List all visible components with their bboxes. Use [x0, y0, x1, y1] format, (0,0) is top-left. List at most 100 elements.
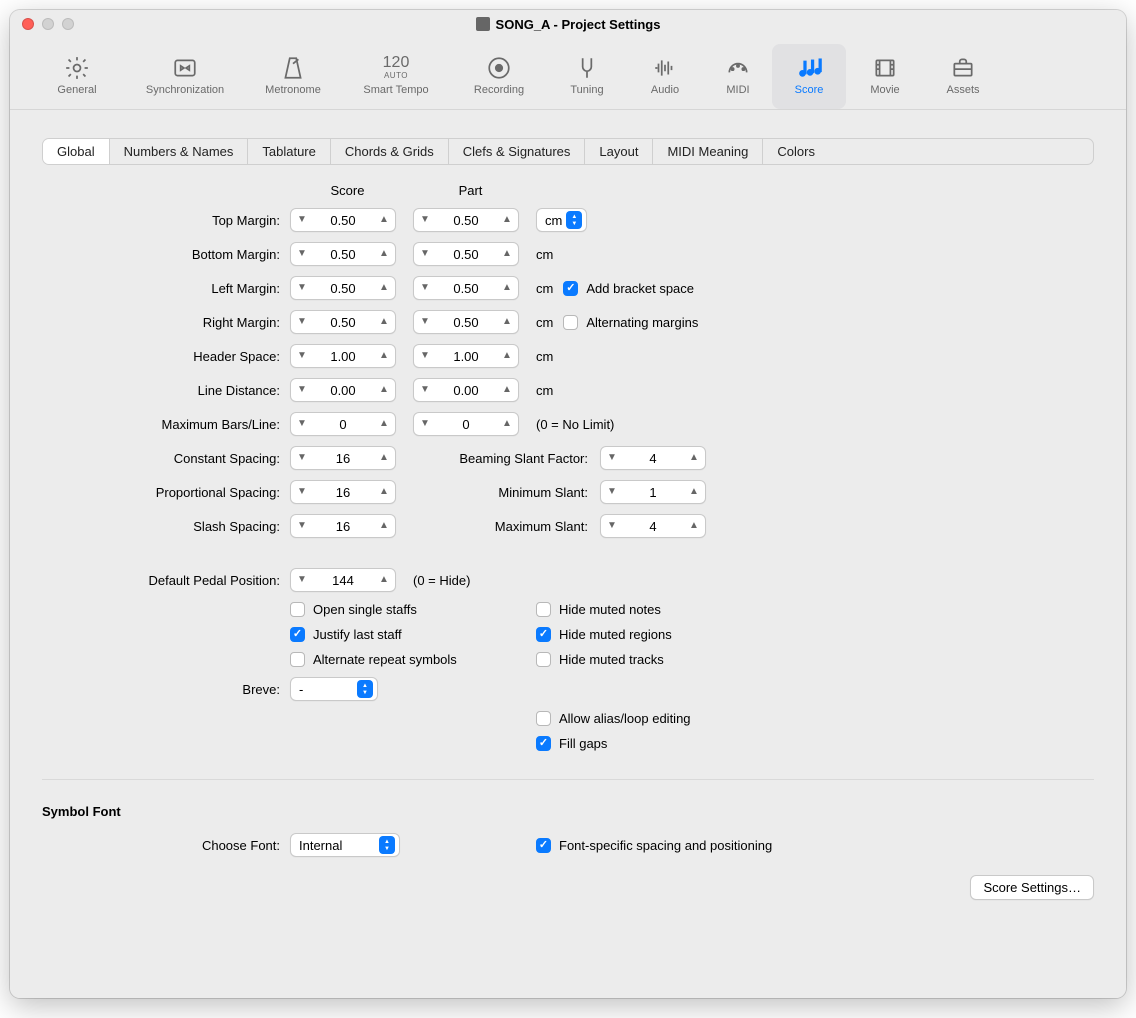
- stepper-up-icon[interactable]: [373, 317, 395, 327]
- breve-select[interactable]: -: [290, 677, 378, 701]
- choose-font-select[interactable]: Internal: [290, 833, 400, 857]
- bottom-margin-part-stepper[interactable]: 0.50: [413, 242, 519, 266]
- stepper-up-icon[interactable]: [496, 385, 518, 395]
- stepper-down-icon[interactable]: [291, 453, 313, 463]
- toolbar-score[interactable]: Score: [772, 44, 846, 109]
- stepper-down-icon[interactable]: [414, 317, 436, 327]
- stepper-down-icon[interactable]: [414, 215, 436, 225]
- fill-gaps-checkbox[interactable]: [536, 736, 551, 751]
- line-distance-part-stepper[interactable]: 0.00: [413, 378, 519, 402]
- left-margin-part-stepper[interactable]: 0.50: [413, 276, 519, 300]
- bottom-margin-score-stepper[interactable]: 0.50: [290, 242, 396, 266]
- beaming-slant-stepper[interactable]: 4: [600, 446, 706, 470]
- toolbar-tuning[interactable]: Tuning: [548, 44, 626, 109]
- tab-colors[interactable]: Colors: [763, 139, 829, 164]
- tab-midi-meaning[interactable]: MIDI Meaning: [653, 139, 763, 164]
- stepper-up-icon[interactable]: [373, 419, 395, 429]
- top-margin-part-stepper[interactable]: 0.50: [413, 208, 519, 232]
- max-bars-note: (0 = No Limit): [536, 417, 1094, 432]
- toolbar-smart-tempo[interactable]: 120 AUTO Smart Tempo: [342, 44, 450, 109]
- stepper-down-icon[interactable]: [414, 385, 436, 395]
- stepper-up-icon[interactable]: [496, 317, 518, 327]
- stepper-up-icon[interactable]: [373, 575, 395, 585]
- tab-tablature[interactable]: Tablature: [248, 139, 330, 164]
- stepper-down-icon[interactable]: [601, 521, 623, 531]
- proportional-spacing-stepper[interactable]: 16: [290, 480, 396, 504]
- toolbar-metronome[interactable]: Metronome: [244, 44, 342, 109]
- stepper-down-icon[interactable]: [414, 249, 436, 259]
- stepper-down-icon[interactable]: [291, 487, 313, 497]
- stepper-up-icon[interactable]: [683, 521, 705, 531]
- header-space-score-stepper[interactable]: 1.00: [290, 344, 396, 368]
- smart-tempo-icon: 120 AUTO: [382, 54, 410, 82]
- toolbar-midi[interactable]: MIDI: [704, 44, 772, 109]
- tab-chords-grids[interactable]: Chords & Grids: [331, 139, 449, 164]
- stepper-down-icon[interactable]: [414, 419, 436, 429]
- top-margin-score-stepper[interactable]: 0.50: [290, 208, 396, 232]
- stepper-down-icon[interactable]: [291, 215, 313, 225]
- stepper-down-icon[interactable]: [414, 351, 436, 361]
- stepper-up-icon[interactable]: [373, 521, 395, 531]
- stepper-down-icon[interactable]: [291, 385, 313, 395]
- toolbar-recording[interactable]: Recording: [450, 44, 548, 109]
- stepper-value: 1.00: [313, 349, 373, 364]
- tab-clefs-signatures[interactable]: Clefs & Signatures: [449, 139, 586, 164]
- header-space-part-stepper[interactable]: 1.00: [413, 344, 519, 368]
- add-bracket-space-checkbox[interactable]: [563, 281, 578, 296]
- toolbar-movie[interactable]: Movie: [846, 44, 924, 109]
- hide-muted-notes-checkbox[interactable]: [536, 602, 551, 617]
- stepper-up-icon[interactable]: [683, 453, 705, 463]
- stepper-down-icon[interactable]: [291, 575, 313, 585]
- allow-alias-checkbox[interactable]: [536, 711, 551, 726]
- toolbar-general[interactable]: General: [28, 44, 126, 109]
- left-margin-score-stepper[interactable]: 0.50: [290, 276, 396, 300]
- max-slant-stepper[interactable]: 4: [600, 514, 706, 538]
- stepper-up-icon[interactable]: [373, 249, 395, 259]
- stepper-up-icon[interactable]: [373, 453, 395, 463]
- toolbar-audio[interactable]: Audio: [626, 44, 704, 109]
- stepper-down-icon[interactable]: [291, 317, 313, 327]
- stepper-up-icon[interactable]: [496, 249, 518, 259]
- stepper-up-icon[interactable]: [373, 487, 395, 497]
- stepper-up-icon[interactable]: [496, 419, 518, 429]
- right-margin-score-stepper[interactable]: 0.50: [290, 310, 396, 334]
- toolbar-synchronization[interactable]: Synchronization: [126, 44, 244, 109]
- font-specific-checkbox[interactable]: [536, 838, 551, 853]
- stepper-up-icon[interactable]: [683, 487, 705, 497]
- stepper-up-icon[interactable]: [496, 215, 518, 225]
- stepper-down-icon[interactable]: [601, 453, 623, 463]
- min-slant-stepper[interactable]: 1: [600, 480, 706, 504]
- constant-spacing-stepper[interactable]: 16: [290, 446, 396, 470]
- max-bars-part-stepper[interactable]: 0: [413, 412, 519, 436]
- tab-layout[interactable]: Layout: [585, 139, 653, 164]
- right-margin-part-stepper[interactable]: 0.50: [413, 310, 519, 334]
- stepper-down-icon[interactable]: [291, 521, 313, 531]
- stepper-up-icon[interactable]: [496, 283, 518, 293]
- stepper-down-icon[interactable]: [601, 487, 623, 497]
- alternating-margins-checkbox[interactable]: [563, 315, 578, 330]
- unit-select[interactable]: cm: [536, 208, 587, 232]
- hide-muted-regions-checkbox[interactable]: [536, 627, 551, 642]
- pedal-stepper[interactable]: 144: [290, 568, 396, 592]
- line-distance-score-stepper[interactable]: 0.00: [290, 378, 396, 402]
- slash-spacing-stepper[interactable]: 16: [290, 514, 396, 538]
- stepper-down-icon[interactable]: [291, 351, 313, 361]
- max-bars-score-stepper[interactable]: 0: [290, 412, 396, 436]
- alternate-repeat-checkbox[interactable]: [290, 652, 305, 667]
- tab-numbers-names[interactable]: Numbers & Names: [110, 139, 249, 164]
- open-single-staffs-checkbox[interactable]: [290, 602, 305, 617]
- stepper-up-icon[interactable]: [373, 215, 395, 225]
- toolbar-assets[interactable]: Assets: [924, 44, 1002, 109]
- stepper-up-icon[interactable]: [373, 385, 395, 395]
- score-settings-button[interactable]: Score Settings…: [970, 875, 1094, 900]
- stepper-down-icon[interactable]: [291, 249, 313, 259]
- justify-last-staff-checkbox[interactable]: [290, 627, 305, 642]
- stepper-up-icon[interactable]: [496, 351, 518, 361]
- stepper-down-icon[interactable]: [414, 283, 436, 293]
- stepper-down-icon[interactable]: [291, 283, 313, 293]
- stepper-up-icon[interactable]: [373, 283, 395, 293]
- stepper-down-icon[interactable]: [291, 419, 313, 429]
- stepper-up-icon[interactable]: [373, 351, 395, 361]
- hide-muted-tracks-checkbox[interactable]: [536, 652, 551, 667]
- tab-global[interactable]: Global: [43, 139, 110, 164]
